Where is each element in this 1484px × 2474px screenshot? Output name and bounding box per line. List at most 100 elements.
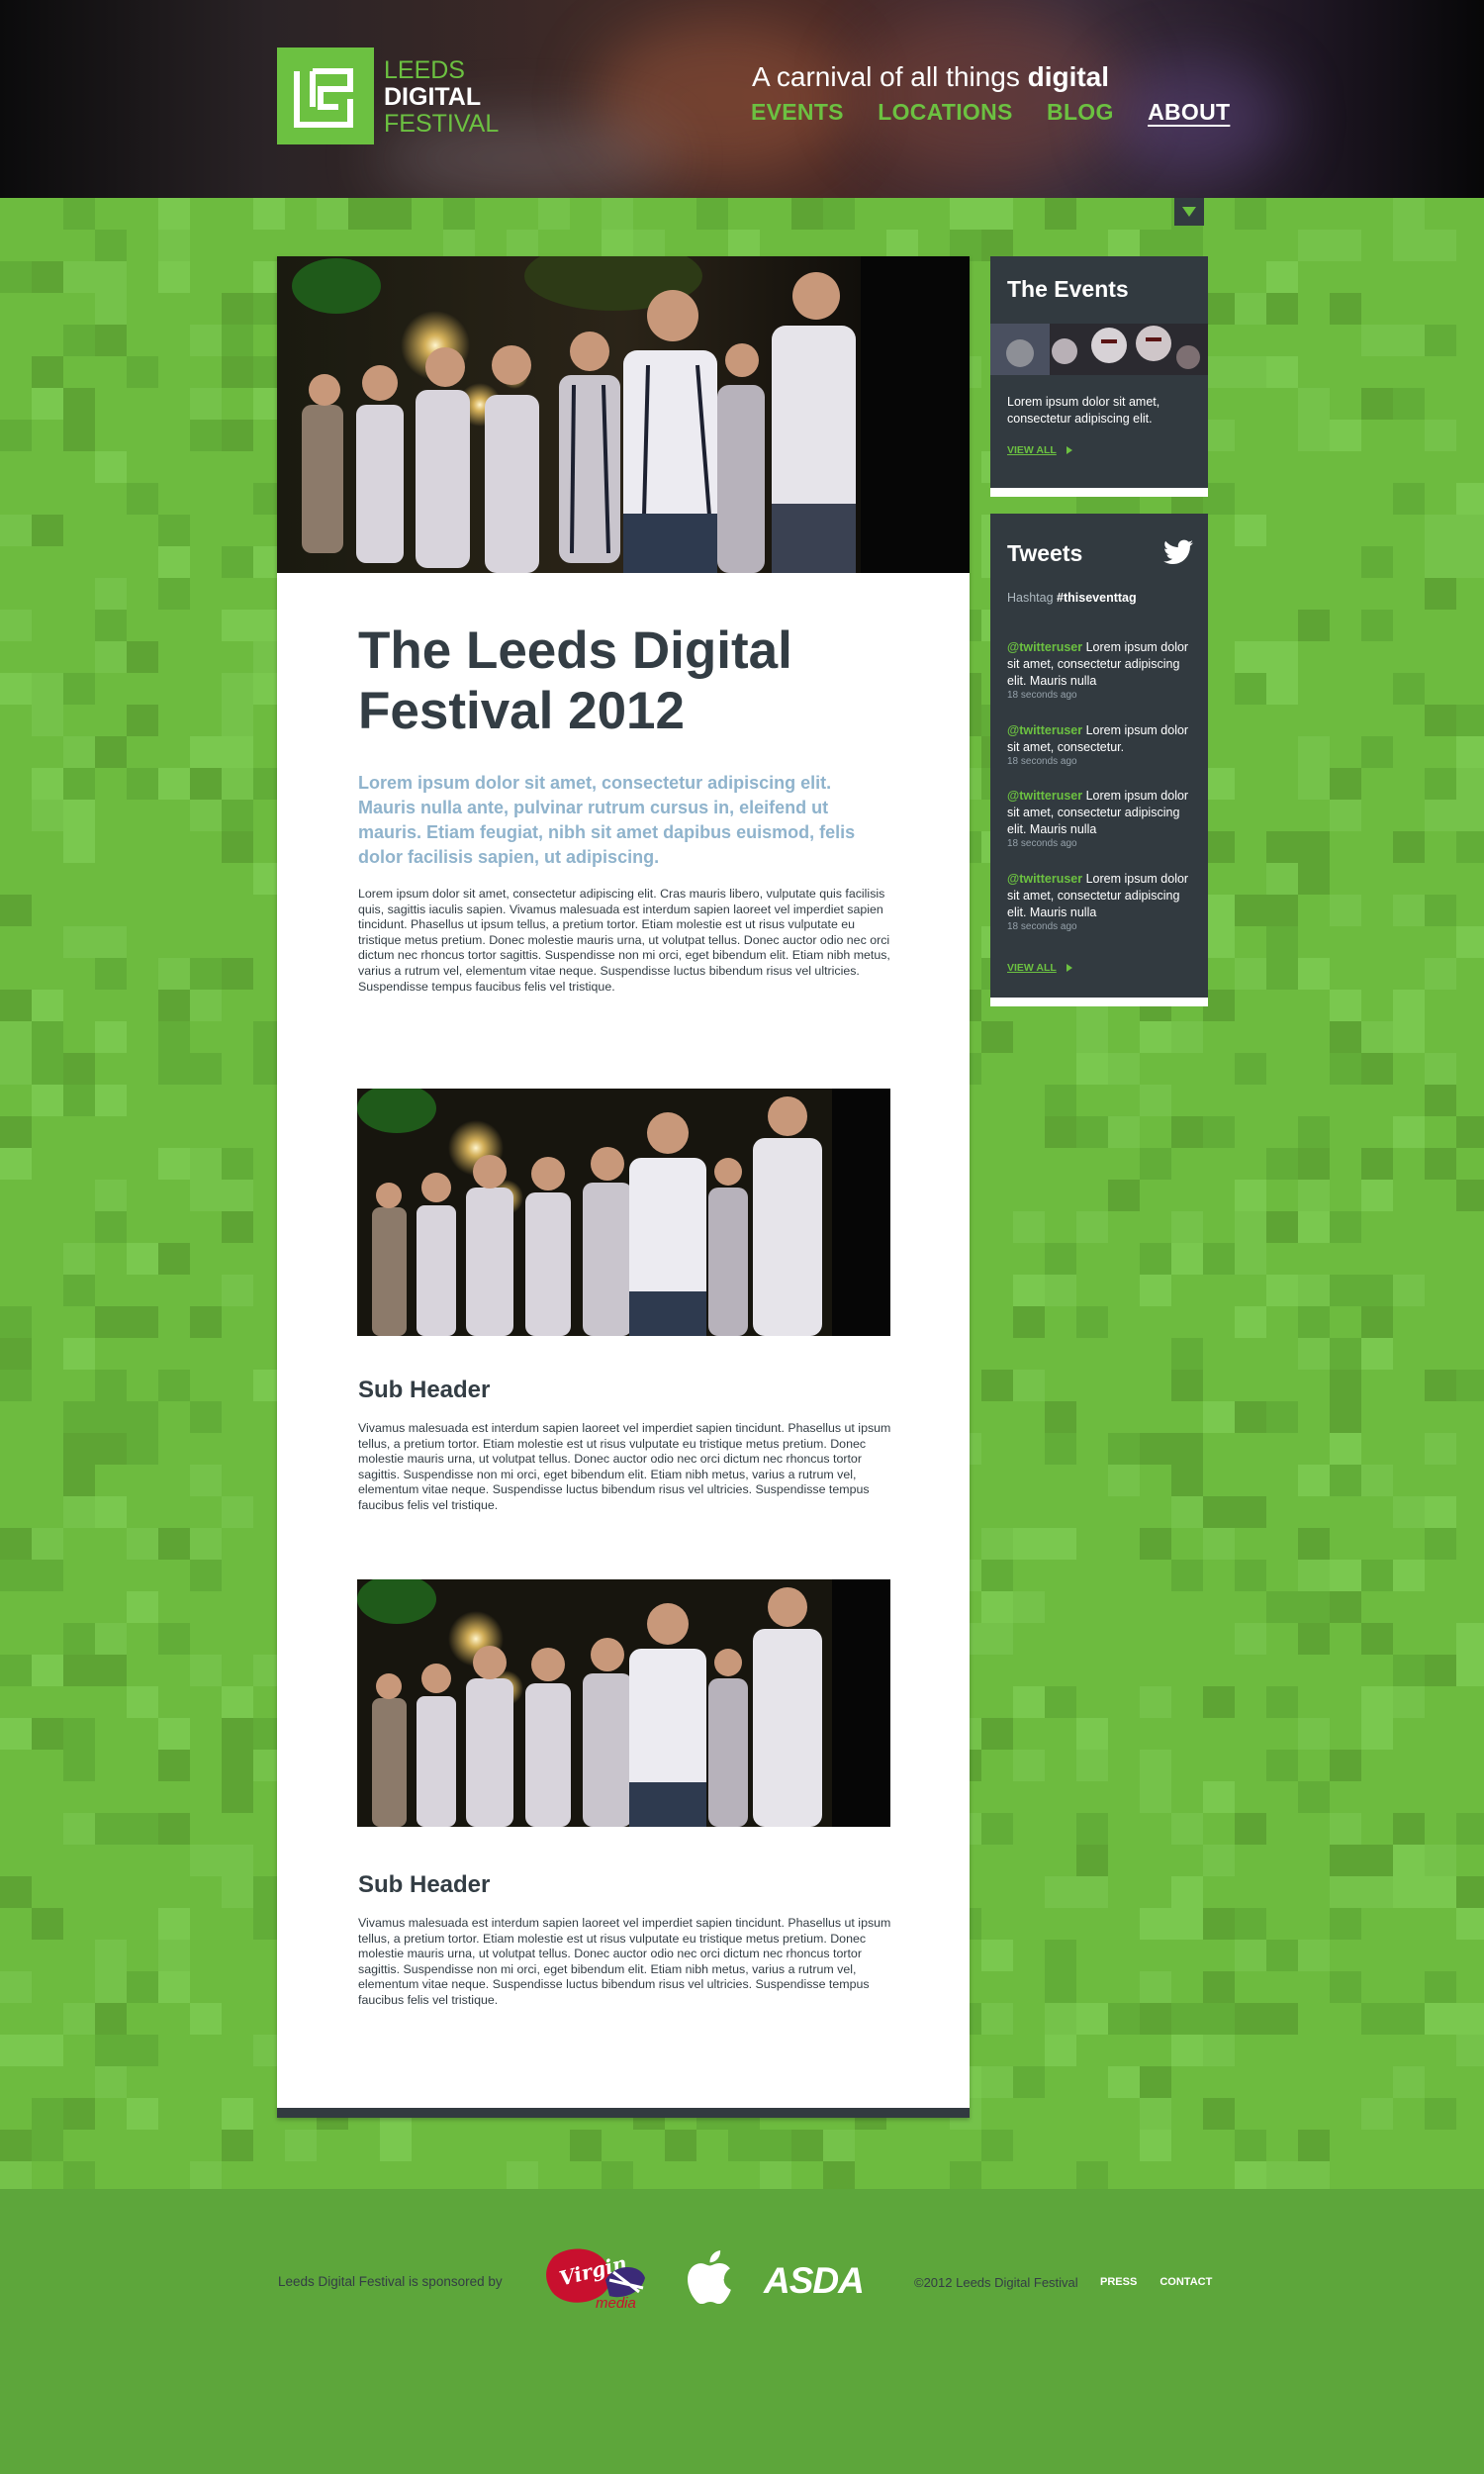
dropdown-arrow-icon[interactable] [1174,198,1204,226]
tweet-user-link[interactable]: @twitteruser [1007,640,1082,654]
nav-events[interactable]: EVENTS [751,99,844,125]
background-pixel [1203,1845,1235,1876]
hashtag-value[interactable]: #thiseventtag [1057,591,1137,605]
background-pixel [1425,1845,1456,1876]
section-2-text: Vivamus malesuada est interdum sapien la… [358,1916,891,2007]
party-crowd-image [357,1089,890,1336]
tweet-time: 18 seconds ago [1007,756,1077,767]
nav-locations[interactable]: LOCATIONS [878,99,1012,125]
background-pixel [1425,1085,1456,1116]
apple-logo[interactable] [687,2250,732,2304]
tweet-user-link[interactable]: @twitteruser [1007,872,1082,886]
background-pixel [791,198,823,230]
background-pixel [127,1433,158,1465]
background-pixel [127,2098,158,2130]
background-pixel [1456,546,1484,578]
background-pixel [1425,578,1456,610]
background-pixel [1171,1433,1203,1465]
background-pixel [63,831,95,863]
background-pixel [1045,1275,1076,1306]
background-pixel [1361,1465,1393,1496]
logo-line-2: DIGITAL [384,83,482,111]
twitter-bird-icon[interactable] [1163,538,1193,566]
background-pixel [32,768,63,800]
background-pixel [1298,1338,1330,1370]
article-bottom-bar [277,2108,970,2118]
background-pixel [1330,1813,1361,1845]
background-pixel [1393,895,1425,926]
events-view-all-link[interactable]: VIEW ALL [1007,444,1072,456]
background-pixel [1330,1053,1361,1085]
background-pixel [222,1781,253,1813]
background-pixel [1266,2003,1298,2035]
background-pixel [0,990,32,1021]
background-pixel [190,990,222,1021]
play-arrow-icon [1066,964,1072,973]
sponsored-by-text: Leeds Digital Festival is sponsored by [278,2274,503,2289]
background-pixel [1235,515,1266,546]
asda-logo[interactable]: ASDA [764,2260,865,2302]
tweet-item: @twitteruser Lorem ipsum dolor sit amet,… [1007,722,1200,768]
virgin-media-logo[interactable]: Virgin media [546,2244,647,2312]
background-pixel [823,2130,855,2161]
background-pixel [1171,2035,1203,2066]
background-pixel [443,198,475,230]
background-pixel [253,198,285,230]
background-pixel [95,1401,127,1433]
background-pixel [1361,1053,1393,1085]
background-pixel [222,1718,253,1750]
background-pixel [1393,388,1425,420]
footer-link-press[interactable]: PRESS [1100,2276,1137,2288]
background-pixel [1456,768,1484,800]
footer-link-contact[interactable]: CONTACT [1159,2276,1212,2288]
logo-mark[interactable] [277,48,374,144]
background-pixel [1425,1433,1456,1465]
background-pixel [1013,1528,1045,1560]
tweet-user-link[interactable]: @twitteruser [1007,789,1082,803]
background-pixel [1266,1148,1298,1180]
background-pixel [222,1750,253,1781]
tweets-view-all-link[interactable]: VIEW ALL [1007,962,1072,974]
background-pixel [1235,1306,1266,1338]
logo-wordmark[interactable]: LEEDS DIGITAL FESTIVAL [384,57,499,138]
background-pixel [1140,1243,1171,1275]
background-pixel [1298,1180,1330,1211]
logo-line-1: LEEDS [384,56,465,84]
background-pixel [1298,2130,1330,2161]
background-pixel [95,926,127,958]
background-pixel [32,673,63,705]
background-pixel [1171,1876,1203,1908]
background-pixel [665,2130,696,2161]
background-pixel [1266,895,1298,926]
background-pixel [1235,2003,1266,2035]
background-pixel [317,198,348,230]
background-pixel [1203,1496,1235,1528]
background-pixel [63,1718,95,1750]
background-pixel [1203,1686,1235,1718]
tweet-user-link[interactable]: @twitteruser [1007,723,1082,737]
background-pixel [1171,1560,1203,1591]
background-pixel [0,1338,32,1370]
background-pixel [95,230,127,261]
background-pixel [222,1876,253,1908]
background-pixel [1425,768,1456,800]
background-pixel [1235,293,1266,325]
background-pixel [190,736,222,768]
background-pixel [190,388,222,420]
background-pixel [95,261,127,293]
site-footer: Leeds Digital Festival is sponsored by V… [0,2189,1484,2474]
background-pixel [1456,1116,1484,1148]
nav-about[interactable]: ABOUT [1148,99,1230,125]
background-pixel [127,1813,158,1845]
events-thumbnail[interactable] [990,324,1208,375]
background-pixel [95,1655,127,1686]
background-pixel [158,1813,190,1845]
background-pixel [1425,1528,1456,1560]
background-pixel [1456,1370,1484,1401]
background-pixel [1361,1686,1393,1718]
tweet-item: @twitteruser Lorem ipsum dolor sit amet,… [1007,788,1200,850]
hashtag-label: Hashtag [1007,591,1054,605]
nav-blog[interactable]: BLOG [1047,99,1114,125]
background-pixel [1076,1876,1108,1908]
background-pixel [1171,1370,1203,1401]
